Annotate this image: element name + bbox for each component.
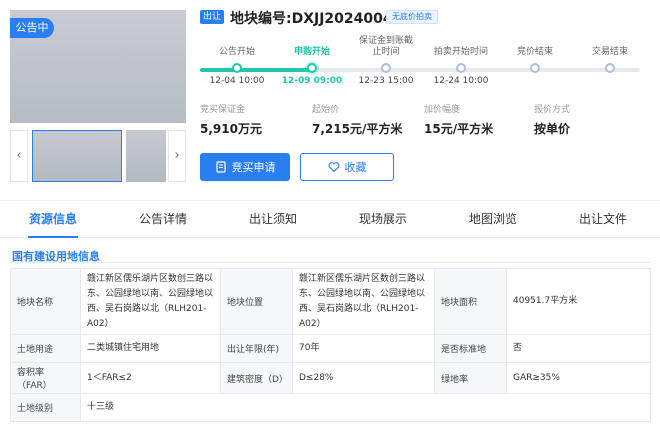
land-grade-label: 土地级别: [10, 393, 81, 422]
tab-map[interactable]: 地图浏览: [448, 201, 538, 238]
land-use-label: 土地用途: [10, 334, 81, 363]
favorite-button-label: 收藏: [344, 161, 367, 174]
standard-land-value: 否: [506, 334, 651, 363]
land-info-table: 地块名称 赣江新区儒乐湖片区数创三路以东、公园绿地以南、公园绿地以西、吴石岗路以…: [10, 268, 651, 422]
start-price-label: 起始价: [312, 105, 340, 115]
plot-name-label: 地块名称: [10, 268, 81, 335]
plot-location-label: 地块位置: [220, 268, 293, 335]
transfer-type-badge: 出让: [200, 10, 224, 24]
far-value: 1＜FAR≤2: [80, 362, 221, 394]
density-value: D≤28%: [292, 362, 435, 394]
thumbnail-1[interactable]: [32, 130, 122, 182]
timeline-dot: [381, 63, 391, 73]
timeline-step-label: 保证金到账截止时间: [358, 36, 413, 57]
start-price-info: 起始价 7,215元/平方米: [312, 102, 402, 137]
apply-button[interactable]: 竞买申请: [200, 153, 290, 181]
density-label: 建筑密度（D）: [220, 362, 293, 394]
status-badge: 公告中: [10, 18, 54, 38]
land-grade-value: 十三级: [80, 393, 651, 422]
tab-resource-info[interactable]: 资源信息: [8, 201, 98, 238]
timeline-step-date: [564, 76, 656, 87]
main-plot-image[interactable]: 公告中: [10, 10, 186, 123]
timeline-dot: [605, 63, 615, 73]
quote-method-label: 报价方式: [534, 105, 571, 115]
quote-method-value: 按单价: [534, 122, 571, 136]
apply-button-label: 竞买申请: [231, 161, 276, 174]
section-divider: [10, 262, 650, 263]
tab-site-display[interactable]: 现场展示: [338, 201, 428, 238]
green-ratio-label: 绿地率: [434, 362, 507, 394]
deposit-info: 竞买保证金 5,910万元: [200, 102, 262, 137]
timeline-step-deal-end: 交易结束: [564, 36, 656, 87]
plot-name-value: 赣江新区儒乐湖片区数创三路以东、公园绿地以南、公园绿地以西、吴石岗路以北（RLH…: [80, 268, 221, 335]
table-row: 容积率（FAR） 1＜FAR≤2 建筑密度（D） D≤28% 绿地率 GAR≥3…: [10, 362, 651, 394]
plot-area-value: 40951.7平方米: [506, 268, 651, 335]
timeline-step-label: 交易结束: [591, 47, 628, 57]
deposit-label: 竞买保证金: [200, 105, 246, 115]
plot-location-value: 赣江新区儒乐湖片区数创三路以东、公园绿地以南、公园绿地以西、吴石岗路以北（RLH…: [292, 268, 435, 335]
table-row: 地块名称 赣江新区儒乐湖片区数创三路以东、公园绿地以南、公园绿地以西、吴石岗路以…: [10, 268, 651, 335]
thumbnail-strip: ‹ ›: [10, 130, 186, 182]
chevron-right-icon[interactable]: ›: [168, 130, 186, 182]
timeline-dot: [530, 63, 540, 73]
table-row: 土地级别 十三级: [10, 393, 651, 422]
favorite-button[interactable]: 收藏: [300, 153, 394, 181]
price-info: 竞买保证金 5,910万元 起始价 7,215元/平方米 加价幅度 15元/平方…: [200, 102, 640, 138]
deposit-value: 5,910万元: [200, 122, 262, 136]
standard-land-label: 是否标准地: [434, 334, 507, 363]
auction-type-tag: 无底价拍卖: [386, 10, 438, 24]
progress-timeline: 公告开始 12-04 10:00 申购开始 12-09 09:00 保证金到账截…: [200, 36, 640, 92]
timeline-dot: [307, 63, 317, 73]
increment-info: 加价幅度 15元/平方米: [424, 102, 493, 137]
document-icon: [215, 161, 226, 173]
term-label: 出让年限(年): [220, 334, 293, 363]
term-value: 70年: [292, 334, 435, 363]
tab-notice[interactable]: 出让须知: [228, 201, 318, 238]
green-ratio-value: GAR≥35%: [506, 362, 651, 394]
tab-announcement[interactable]: 公告详情: [118, 201, 208, 238]
far-label: 容积率（FAR）: [10, 362, 81, 394]
page-title: 地块编号:DXJJ2024004: [230, 11, 393, 27]
increment-value: 15元/平方米: [424, 122, 494, 136]
table-row: 土地用途 二类城镇住宅用地 出让年限(年) 70年 是否标准地 否: [10, 334, 651, 363]
timeline-dot: [456, 63, 466, 73]
detail-tabs: 资源信息 公告详情 出让须知 现场展示 地图浏览 出让文件: [0, 200, 660, 238]
timeline-dot: [232, 63, 242, 73]
thumbnail-2[interactable]: [126, 130, 166, 182]
land-use-value: 二类城镇住宅用地: [80, 334, 221, 363]
plot-area-label: 地块面积: [434, 268, 507, 335]
tab-documents[interactable]: 出让文件: [558, 201, 648, 238]
start-price-value: 7,215元/平方米: [312, 122, 403, 136]
increment-label: 加价幅度: [424, 105, 461, 115]
quote-method-info: 报价方式 按单价: [534, 102, 570, 137]
chevron-left-icon[interactable]: ‹: [10, 130, 28, 182]
heart-icon: [328, 162, 339, 173]
